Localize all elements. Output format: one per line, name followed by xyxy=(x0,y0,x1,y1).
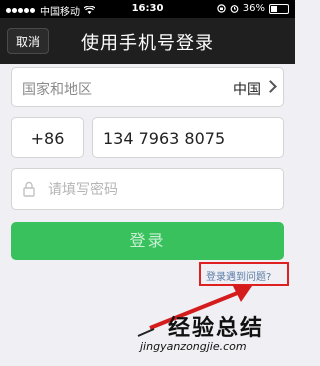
chevron-right-icon xyxy=(264,80,277,93)
login-problem-link[interactable]: 登录遇到问题? xyxy=(206,268,271,283)
login-button[interactable]: 登录 xyxy=(11,222,284,260)
navigation-bar: 取消 使用手机号登录 xyxy=(0,18,295,64)
status-bar: 中国移动 16:30 36% xyxy=(0,0,295,18)
watermark-url: jingyanzongjie.com xyxy=(140,340,247,353)
password-input[interactable] xyxy=(46,169,280,211)
phone-number-field[interactable]: 134 7963 8075 xyxy=(92,117,284,158)
country-code-field[interactable]: +86 xyxy=(11,117,84,158)
alarm-icon xyxy=(230,5,239,13)
status-right: 36% xyxy=(217,3,289,14)
country-code-value: +86 xyxy=(30,129,65,148)
watermark-title: 经验总结 xyxy=(168,316,265,341)
password-row xyxy=(11,168,284,211)
watermark: 经验总结 jingyanzongjie.com xyxy=(140,310,295,366)
page-title: 使用手机号登录 xyxy=(81,33,214,54)
lock-orientation-icon xyxy=(217,4,226,13)
phone-number-value: 134 7963 8075 xyxy=(103,129,226,148)
region-value: 中国 xyxy=(233,82,261,98)
battery-percent: 36% xyxy=(242,3,265,14)
region-label: 国家和地区 xyxy=(22,82,92,98)
lock-icon xyxy=(23,181,35,197)
region-selector[interactable]: 国家和地区 中国 xyxy=(11,67,284,107)
battery-icon xyxy=(269,3,289,14)
